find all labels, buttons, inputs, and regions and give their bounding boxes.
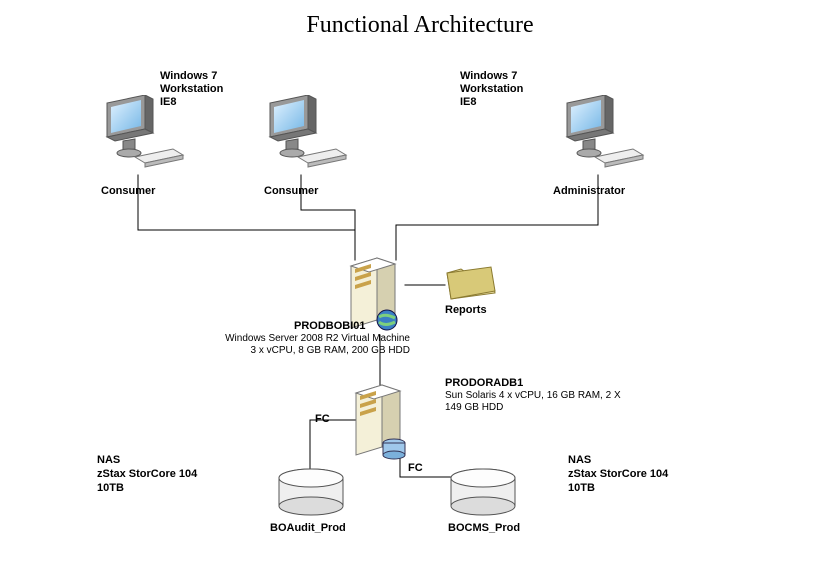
folder-icon	[445, 263, 497, 303]
nas-spec: NAS zStax StorCore 104 10TB	[97, 453, 197, 495]
server-spec: Windows Server 2008 R2 Virtual Machine 3…	[195, 333, 410, 357]
server-name: PRODBOBI01	[294, 320, 366, 332]
fc-label: FC	[408, 462, 423, 474]
workstation-icon	[555, 95, 645, 175]
storage-name: BOAudit_Prod	[270, 522, 346, 534]
storage-icon	[276, 468, 346, 516]
fc-label: FC	[315, 413, 330, 425]
workstation-role: Consumer	[264, 185, 318, 197]
storage-icon	[448, 468, 518, 516]
storage-name: BOCMS_Prod	[448, 522, 520, 534]
folder-label: Reports	[445, 304, 487, 316]
server-name: PRODORADB1	[445, 377, 523, 389]
nas-spec: NAS zStax StorCore 104 10TB	[568, 453, 668, 495]
workstation-icon	[258, 95, 348, 175]
server-spec: Sun Solaris 4 x vCPU, 16 GB RAM, 2 X 149…	[445, 390, 621, 414]
workstation-role: Administrator	[553, 185, 625, 197]
workstation-spec: Windows 7 Workstation IE8	[160, 70, 223, 109]
workstation-spec: Windows 7 Workstation IE8	[460, 70, 523, 109]
page-title: Functional Architecture	[0, 12, 840, 39]
server-icon	[350, 375, 410, 465]
workstation-role: Consumer	[101, 185, 155, 197]
